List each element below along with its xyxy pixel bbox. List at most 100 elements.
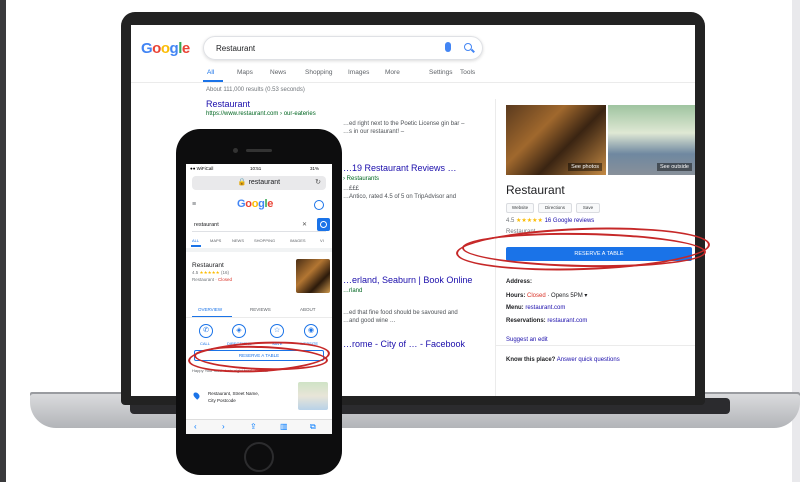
result-url[interactable]: › Restaurants — [343, 176, 379, 182]
rating-value: 4.5 — [192, 270, 199, 275]
carrier: ●● WiFiCall — [190, 166, 214, 171]
result-title[interactable]: …erland, Seaburn | Book Online — [343, 275, 472, 285]
address-text: 🔒 restaurant — [237, 179, 281, 186]
search-icon[interactable] — [464, 43, 472, 51]
website-icon[interactable]: ◉ — [304, 324, 318, 338]
directions-icon[interactable]: ◈ — [232, 324, 246, 338]
reservations-link[interactable]: restaurant.com — [547, 318, 587, 324]
results-count: About 111,000 results (0.53 seconds) — [206, 87, 305, 93]
result-snippet: …ed that fine food should be savoured an… — [343, 310, 458, 316]
menu-icon[interactable]: ≡ — [192, 201, 196, 208]
hours-status: Closed — [527, 293, 546, 299]
restaurant-photo[interactable]: See photos — [506, 105, 606, 175]
restaurant-photo[interactable] — [296, 259, 330, 293]
result-url[interactable]: https://www.restaurant.com › our-eaterie… — [206, 111, 316, 117]
tab-maps[interactable]: Maps — [237, 69, 253, 76]
back-icon[interactable]: ‹ — [194, 422, 197, 431]
settings-link[interactable]: Settings — [429, 69, 453, 76]
tools-link[interactable]: Tools — [460, 69, 475, 76]
hours-detail[interactable]: · Opens 5PM ▾ — [547, 293, 587, 299]
battery: 31% — [310, 166, 320, 171]
category: Restaurant · — [192, 277, 217, 282]
phone-frame: ●● WiFiCall 10:51 31% 🔒 restaurant ↻ ≡ G… — [176, 129, 342, 475]
review-count: (16) — [220, 270, 229, 275]
panel-divider — [496, 345, 695, 346]
tab-overview[interactable]: OVERVIEW — [198, 307, 222, 312]
result-snippet: …Antico, rated 4.5 of 5 on TripAdvisor a… — [343, 194, 457, 200]
save-button[interactable]: Save — [576, 203, 600, 213]
reload-icon[interactable]: ↻ — [315, 176, 321, 190]
answer-questions-link[interactable]: Answer quick questions — [557, 357, 620, 363]
share-icon[interactable]: ⇪ — [250, 422, 257, 431]
tab-shopping[interactable]: SHOPPING — [254, 238, 275, 243]
map-photo[interactable]: See outside — [608, 105, 695, 175]
tab-all[interactable]: ALL — [192, 238, 199, 243]
search-query: Restaurant — [216, 44, 256, 53]
menu-link[interactable]: restaurant.com — [525, 305, 565, 311]
tab-all[interactable]: All — [207, 69, 214, 76]
google-logo[interactable]: Google — [141, 40, 190, 57]
result-title[interactable]: Restaurant — [206, 99, 250, 109]
result-snippet: …and good wine … — [343, 318, 396, 324]
google-logo[interactable]: Google — [237, 198, 273, 210]
tab-more[interactable]: More — [385, 69, 400, 76]
logo-letter: o — [152, 40, 161, 57]
search-input[interactable]: Restaurant — [203, 36, 483, 60]
star-rating-icon: ★★★★★ — [199, 270, 220, 275]
home-button[interactable] — [244, 442, 274, 472]
rating-value: 4.5 — [506, 218, 515, 224]
website-button[interactable]: Website — [506, 203, 534, 213]
tab-news[interactable]: NEWS — [232, 238, 244, 243]
address-label: Address: — [506, 279, 533, 285]
hours-row: Hours: Closed · Opens 5PM ▾ — [506, 292, 587, 299]
logo-letter: e — [181, 40, 190, 57]
tab-news[interactable]: News — [270, 69, 286, 76]
browser-toolbar: ‹ › ⇪ ▥ ⧉ — [186, 419, 332, 434]
call-icon[interactable]: ✆ — [199, 324, 213, 338]
know-place-row: Know this place? Answer quick questions — [506, 357, 620, 363]
see-photos-link[interactable]: See photos — [568, 163, 602, 171]
clear-icon[interactable]: ✕ — [302, 221, 307, 228]
tab-images[interactable]: IMAGES — [290, 238, 306, 243]
see-outside-link[interactable]: See outside — [656, 163, 692, 171]
logo-letter: g — [169, 40, 179, 57]
tab-about[interactable]: ABOUT — [300, 307, 316, 312]
phone-speaker — [246, 149, 272, 152]
result-url[interactable]: …rland — [343, 288, 362, 294]
suggest-edit-link[interactable]: Suggest an edit — [506, 337, 548, 343]
search-tabs: ALL MAPS NEWS SHOPPING IMAGES VI — [186, 236, 332, 246]
result-title[interactable]: …19 Restaurant Reviews … — [343, 163, 457, 173]
browser-address-bar[interactable]: 🔒 restaurant ↻ — [192, 176, 326, 190]
result-snippet: …ed right next to the Poetic License gin… — [343, 121, 465, 127]
phone-screen: ●● WiFiCall 10:51 31% 🔒 restaurant ↻ ≡ G… — [186, 164, 332, 434]
bookmarks-icon[interactable]: ▥ — [280, 422, 288, 431]
menu-row: Menu: restaurant.com — [506, 305, 565, 311]
save-icon[interactable]: ☆ — [270, 324, 284, 338]
address-line: City Postcode — [208, 398, 236, 403]
microphone-icon[interactable] — [445, 42, 451, 52]
logo-letter: o — [160, 40, 170, 57]
place-name: Restaurant — [506, 183, 565, 197]
place-address: Restaurant, Street Name, City Postcode — [208, 390, 259, 404]
directions-button[interactable]: Directions — [538, 203, 572, 213]
tab-shopping[interactable]: Shopping — [305, 69, 332, 76]
call-label: CALL — [200, 341, 211, 346]
account-icon[interactable] — [314, 200, 324, 210]
place-name: Restaurant — [192, 262, 224, 269]
star-rating-icon: ★★★★★ — [516, 218, 543, 224]
result-title[interactable]: …rome - City of … - Facebook — [343, 339, 465, 349]
search-button[interactable] — [317, 218, 330, 231]
tabs-icon[interactable]: ⧉ — [310, 422, 316, 432]
forward-icon[interactable]: › — [222, 422, 225, 431]
logo-letter: G — [141, 40, 153, 57]
nav-divider — [131, 82, 695, 83]
reviews-link[interactable]: 16 Google reviews — [545, 218, 595, 224]
hours-label: Hours: — [506, 293, 526, 299]
search-input[interactable]: restaurant ✕ — [192, 218, 330, 232]
tab-maps[interactable]: MAPS — [210, 238, 221, 243]
tab-reviews[interactable]: REVIEWS — [250, 307, 271, 312]
tab-images[interactable]: Images — [348, 69, 369, 76]
tab-videos[interactable]: VI — [320, 238, 324, 243]
map-thumbnail[interactable] — [298, 382, 328, 410]
segment-divider — [186, 317, 332, 318]
